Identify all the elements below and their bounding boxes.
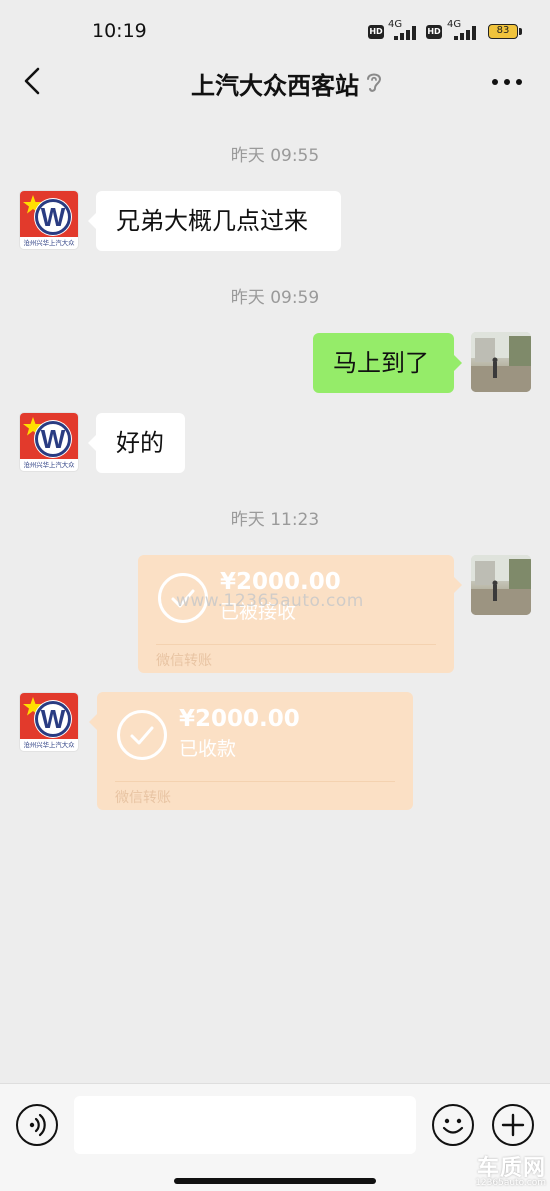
more-icon[interactable] (490, 70, 524, 94)
user-avatar[interactable] (471, 332, 531, 392)
chat-title: 上汽大众西客站 (191, 72, 359, 100)
avatar-caption: 沧州兴华上汽大众 (23, 239, 75, 247)
transfer-divider (115, 781, 395, 782)
transfer-footer: 微信转账 (156, 653, 212, 669)
transfer-card-sent[interactable]: ¥2000.00 已被接收 微信转账 (138, 555, 462, 673)
contact-avatar[interactable]: W 沧州兴华上汽大众 (19, 692, 79, 752)
status-time: 10:19 (92, 20, 147, 42)
plus-button[interactable] (492, 1104, 534, 1146)
transfer-card-received[interactable]: ¥2000.00 已收款 微信转账 (89, 692, 413, 810)
user-photo-icon (471, 332, 531, 392)
emoji-button[interactable] (432, 1104, 474, 1146)
avatar-caption: 沧州兴华上汽大众 (23, 741, 75, 749)
message-timestamp: 昨天 11:23 (230, 510, 320, 530)
signal-icon (454, 26, 480, 40)
transfer-status: 已收款 (179, 738, 237, 760)
battery-icon: 83 (488, 24, 518, 39)
message-timestamp: 昨天 09:59 (230, 288, 320, 308)
user-photo-icon (471, 555, 531, 615)
hd-badge-sim2: HD (426, 25, 442, 39)
ear-icon (367, 73, 382, 92)
avatar-caption: 沧州兴华上汽大众 (23, 461, 75, 469)
voice-button[interactable] (16, 1104, 58, 1146)
svg-text:W: W (41, 424, 66, 454)
signal-icon (394, 26, 420, 40)
transfer-divider (156, 644, 436, 645)
transfer-check-icon (117, 710, 167, 760)
message-input[interactable] (74, 1096, 416, 1154)
contact-avatar[interactable]: W 沧州兴华上汽大众 (19, 412, 79, 472)
svg-text:W: W (41, 704, 66, 734)
watermark-logo-url: 12365auto.com (475, 1178, 546, 1188)
home-indicator (174, 1178, 376, 1184)
transfer-footer: 微信转账 (115, 790, 171, 806)
transfer-amount: ¥2000.00 (179, 706, 300, 732)
emoji-icon (442, 1118, 464, 1134)
back-arrow-icon[interactable] (18, 66, 48, 96)
user-avatar[interactable] (471, 555, 531, 615)
watermark-url: www.12365auto.com (176, 591, 364, 611)
site-watermark-logo: 车质网 12365auto.com (456, 1150, 550, 1191)
incoming-message-bubble[interactable]: 兄弟大概几点过来 (88, 191, 341, 251)
svg-text:W: W (41, 202, 66, 232)
battery-tip (519, 28, 522, 35)
outgoing-message-bubble[interactable]: 马上到了 (313, 333, 462, 393)
message-timestamp: 昨天 09:55 (230, 146, 320, 166)
hd-badge-sim1: HD (368, 25, 384, 39)
incoming-message-bubble[interactable]: 好的 (88, 413, 185, 473)
plus-icon (501, 1113, 525, 1137)
contact-avatar[interactable]: W 沧州兴华上汽大众 (19, 190, 79, 250)
voice-icon (29, 1113, 46, 1137)
